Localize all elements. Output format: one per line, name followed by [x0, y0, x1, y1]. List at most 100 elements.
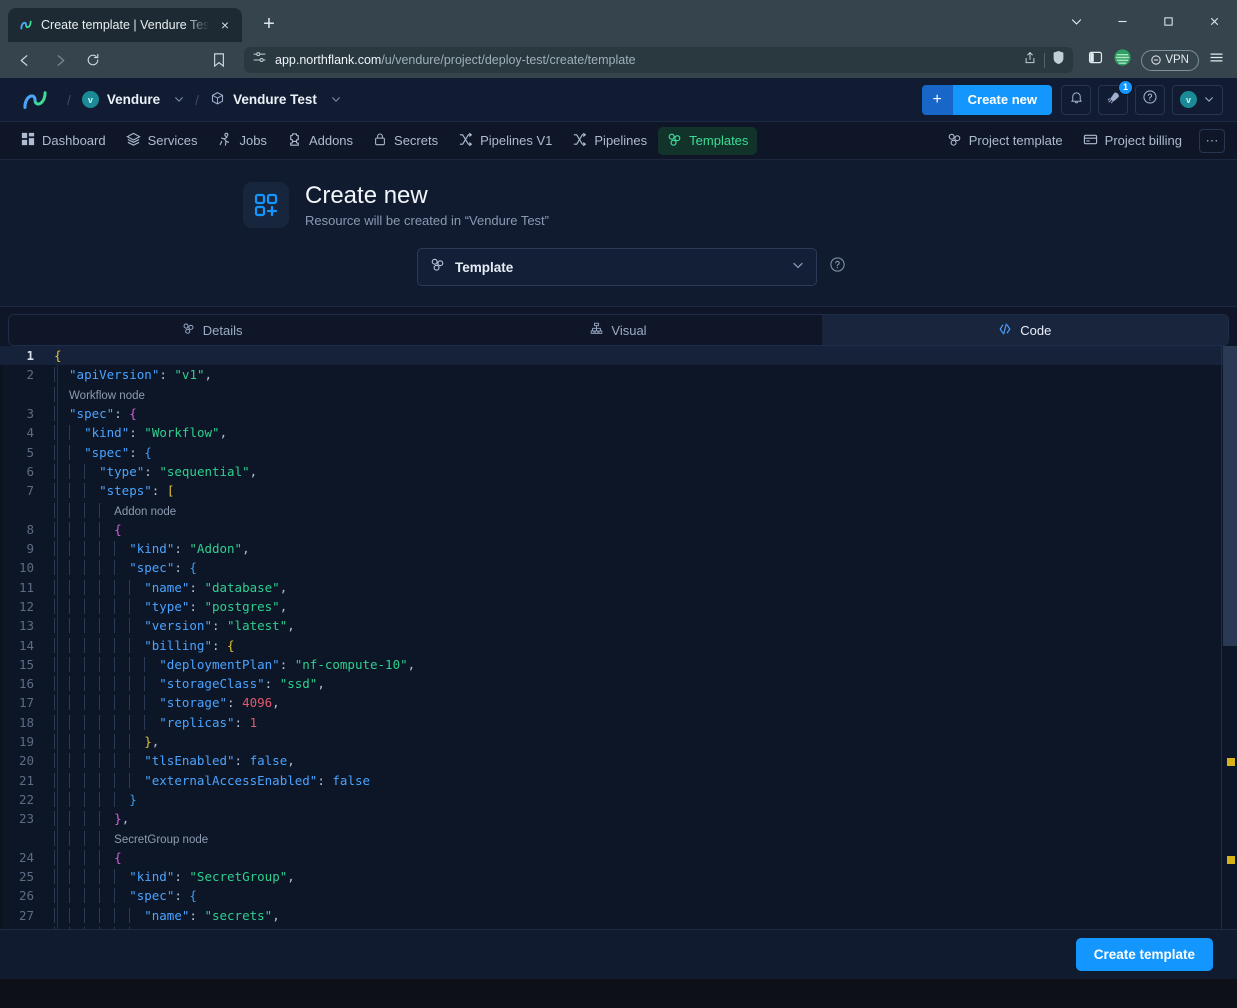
nav-item-secrets[interactable]: Secrets [364, 127, 447, 154]
code-line[interactable]: 21"externalAccessEnabled": false [0, 771, 1237, 790]
code-line[interactable]: 10"spec": { [0, 558, 1237, 577]
code-line[interactable]: 8{ [0, 520, 1237, 539]
nav-item-pipelines-v1[interactable]: Pipelines V1 [449, 127, 561, 155]
forward-icon[interactable] [44, 45, 74, 75]
brave-shield-icon[interactable] [1052, 50, 1065, 70]
scrollbar-thumb[interactable] [1223, 346, 1237, 646]
code-annotation-line[interactable]: Addon node [0, 500, 1237, 519]
nav-item-pipelines[interactable]: Pipelines [563, 127, 656, 155]
code-line[interactable]: 6"type": "sequential", [0, 462, 1237, 481]
maximize-button[interactable] [1145, 0, 1191, 42]
code-line[interactable]: 3"spec": { [0, 404, 1237, 423]
sidebar-panel-icon[interactable] [1087, 49, 1104, 71]
window-close-button[interactable] [1191, 0, 1237, 42]
code-line[interactable]: 9"kind": "Addon", [0, 539, 1237, 558]
hamburger-menu-icon[interactable] [1208, 49, 1225, 71]
code-line[interactable]: 24{ [0, 848, 1237, 867]
code-token: "spec" [129, 560, 174, 575]
chevron-down-icon-2[interactable] [331, 94, 341, 106]
browser-toolbar: app.northflank.com/u/vendure/project/dep… [0, 42, 1237, 78]
code-lines[interactable]: 1{2"apiVersion": "v1",Workflow node3"spe… [0, 346, 1237, 929]
code-line[interactable]: 14"billing": { [0, 635, 1237, 654]
code-line[interactable]: 12"type": "postgres", [0, 597, 1237, 616]
chevron-down-icon[interactable] [174, 94, 184, 106]
indent-guide [69, 811, 70, 826]
close-icon[interactable]: × [216, 16, 234, 34]
nav-overflow-button[interactable]: ⋯ [1199, 129, 1225, 153]
user-menu-button[interactable]: v [1172, 85, 1223, 115]
chevron-down-icon-4[interactable] [792, 258, 804, 276]
tab-code[interactable]: Code [822, 315, 1228, 345]
org-breadcrumb[interactable]: v Vendure [82, 91, 184, 108]
chevron-down-icon[interactable] [1053, 0, 1099, 42]
help-button[interactable] [1135, 85, 1165, 115]
code-line[interactable]: 28"secretType": "environment-arguments", [0, 925, 1237, 929]
create-template-button[interactable]: Create template [1076, 938, 1213, 971]
northflank-logo[interactable] [14, 89, 56, 111]
code-annotation-line[interactable]: Workflow node [0, 385, 1237, 404]
extension-icon[interactable] [1113, 48, 1132, 72]
line-number: 1 [0, 348, 46, 363]
nav-item-templates[interactable]: Templates [658, 127, 757, 155]
indent-guide [69, 657, 70, 672]
nav-item-project-template[interactable]: Project template [938, 127, 1072, 155]
code-line[interactable]: 19}, [0, 732, 1237, 751]
resource-type-help-icon[interactable] [829, 256, 846, 278]
browser-tab[interactable]: Create template | Vendure Test | × [8, 8, 242, 42]
back-icon[interactable] [10, 45, 40, 75]
vpn-button[interactable]: VPN [1141, 50, 1199, 71]
code-line[interactable]: 18"replicas": 1 [0, 713, 1237, 732]
share-icon[interactable] [1023, 51, 1037, 70]
indent-guide [99, 541, 100, 556]
code-line[interactable]: 1{ [0, 346, 1237, 365]
code-line[interactable]: 15"deploymentPlan": "nf-compute-10", [0, 655, 1237, 674]
indent-guide [54, 560, 55, 575]
code-annotation-line[interactable]: SecretGroup node [0, 828, 1237, 847]
pinned-button[interactable]: 1 [1098, 85, 1128, 115]
warning-marker[interactable] [1227, 758, 1235, 766]
code-editor[interactable]: 1{2"apiVersion": "v1",Workflow node3"spe… [0, 346, 1237, 929]
tab-visual[interactable]: Visual [415, 315, 821, 345]
code-line[interactable]: 7"steps": [ [0, 481, 1237, 500]
warning-marker[interactable] [1227, 856, 1235, 864]
code-line[interactable]: 23}, [0, 809, 1237, 828]
code-line[interactable]: 20"tlsEnabled": false, [0, 751, 1237, 770]
template-icon-3 [430, 257, 445, 277]
indent-guide [114, 753, 115, 768]
code-line[interactable]: 16"storageClass": "ssd", [0, 674, 1237, 693]
code-line[interactable]: 4"kind": "Workflow", [0, 423, 1237, 442]
project-breadcrumb[interactable]: Vendure Test [210, 91, 341, 109]
notifications-button[interactable] [1061, 85, 1091, 115]
code-line[interactable]: 25"kind": "SecretGroup", [0, 867, 1237, 886]
indent-guide [129, 599, 130, 614]
code-line[interactable]: 11"name": "database", [0, 578, 1237, 597]
indent-guide [99, 811, 100, 826]
nav-item-services[interactable]: Services [117, 127, 207, 155]
bookmark-icon[interactable] [204, 45, 234, 75]
reload-icon[interactable] [78, 45, 108, 75]
code-line[interactable]: 2"apiVersion": "v1", [0, 365, 1237, 384]
tab-details[interactable]: Details [9, 315, 415, 345]
code-line[interactable]: 17"storage": 4096, [0, 693, 1237, 712]
code-token: "secrets" [204, 908, 272, 923]
new-tab-button[interactable]: + [254, 9, 284, 39]
editor-scrollbar[interactable] [1223, 346, 1237, 929]
code-line[interactable]: 13"version": "latest", [0, 616, 1237, 635]
nav-item-project-billing[interactable]: Project billing [1074, 127, 1191, 155]
minimize-button[interactable] [1099, 0, 1145, 42]
nav-item-jobs[interactable]: Jobs [208, 127, 275, 155]
code-line[interactable]: 5"spec": { [0, 442, 1237, 461]
code-content: "externalAccessEnabled": false [46, 773, 1237, 788]
browser-chrome: Create template | Vendure Test | × + [0, 0, 1237, 78]
url-bar[interactable]: app.northflank.com/u/vendure/project/dep… [244, 47, 1073, 73]
site-settings-icon[interactable] [252, 50, 267, 70]
code-line[interactable]: 22} [0, 790, 1237, 809]
nav-item-addons[interactable]: Addons [278, 127, 362, 155]
resource-type-select[interactable]: Template [417, 248, 817, 286]
nav-label: Dashboard [42, 133, 106, 148]
nav-item-dashboard[interactable]: Dashboard [12, 127, 115, 154]
code-line[interactable]: 27"name": "secrets", [0, 906, 1237, 925]
create-new-button[interactable]: + Create new [922, 85, 1052, 115]
indent-guide [54, 425, 55, 440]
code-line[interactable]: 26"spec": { [0, 886, 1237, 905]
